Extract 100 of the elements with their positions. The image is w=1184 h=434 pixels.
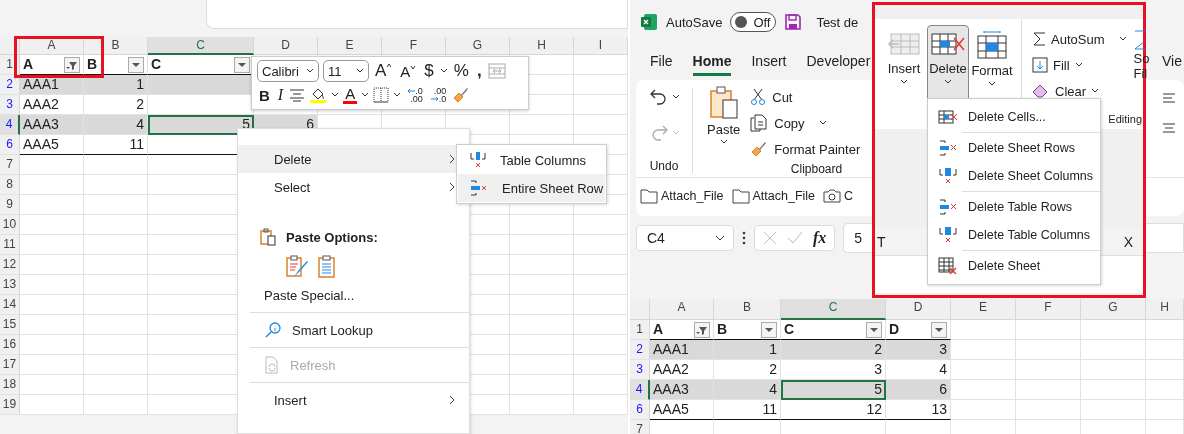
menu-item[interactable]: Delete Sheet Rows [928, 134, 1100, 162]
column-header[interactable]: F [1016, 299, 1081, 320]
empty-cell[interactable] [1146, 380, 1184, 400]
empty-cell[interactable] [84, 275, 148, 295]
menu-item[interactable]: Delete Sheet Columns [928, 162, 1100, 190]
increase-decimal-button[interactable]: .00 .0 [428, 87, 449, 103]
toggle-switch[interactable]: Off [730, 12, 777, 32]
merge-cells-icon[interactable] [487, 63, 506, 79]
undo-icon[interactable] [648, 88, 669, 106]
column-header[interactable]: E [951, 299, 1016, 320]
font-color-button[interactable]: A [343, 86, 358, 104]
column-header[interactable]: C [148, 37, 254, 55]
empty-cell[interactable] [510, 315, 574, 335]
empty-cell[interactable] [574, 335, 628, 355]
row-number[interactable]: 16 [0, 335, 20, 355]
comma-button[interactable]: , [474, 61, 484, 81]
chevron-icon[interactable] [361, 92, 370, 98]
ribbon-tab[interactable]: Developer [806, 49, 871, 75]
empty-cell[interactable] [1081, 340, 1146, 360]
empty-cell[interactable] [1016, 380, 1081, 400]
empty-cell[interactable] [84, 235, 148, 255]
empty-cell[interactable] [84, 395, 148, 415]
empty-cell[interactable] [1081, 380, 1146, 400]
empty-cell[interactable] [1016, 340, 1081, 360]
row-number[interactable]: 18 [0, 375, 20, 395]
menu-item[interactable]: Smart Lookup [238, 316, 469, 344]
empty-cell[interactable] [510, 215, 574, 235]
row-number[interactable]: 11 [0, 235, 20, 255]
row-number[interactable]: 10 [0, 215, 20, 235]
column-header[interactable]: G [1081, 299, 1146, 320]
toolbar-button[interactable]: C [823, 188, 854, 204]
column-header[interactable]: H [510, 37, 574, 55]
filter-applied-icon[interactable] [64, 56, 80, 73]
bold-button[interactable]: B [257, 86, 272, 104]
paintbrush-icon[interactable] [452, 86, 471, 104]
row-number[interactable]: 7 [0, 155, 20, 175]
menu-item[interactable]: Delete Sheet [928, 252, 1100, 280]
row-number[interactable]: 15 [0, 315, 20, 335]
empty-cell[interactable] [84, 295, 148, 315]
column-header[interactable]: H [1146, 299, 1184, 320]
ribbon-tab[interactable]: Home [692, 48, 732, 76]
empty-cell[interactable] [1146, 340, 1184, 360]
row-number[interactable]: 19 [0, 395, 20, 415]
empty-cell[interactable] [510, 395, 574, 415]
empty-cell[interactable] [574, 295, 628, 315]
empty-cell[interactable] [510, 115, 574, 135]
empty-cell[interactable] [1146, 320, 1184, 340]
align-icon[interactable] [1162, 122, 1176, 134]
row-number[interactable]: 13 [0, 275, 20, 295]
empty-cell[interactable] [1016, 320, 1081, 340]
empty-cell[interactable] [574, 375, 628, 395]
empty-cell[interactable] [951, 320, 1016, 340]
empty-cell[interactable] [574, 95, 628, 115]
row-number[interactable]: 2 [0, 75, 20, 95]
name-box[interactable]: C4 [636, 225, 734, 251]
empty-cell[interactable] [84, 195, 148, 215]
close-text[interactable]: X [1123, 234, 1133, 250]
empty-cell[interactable] [574, 395, 628, 415]
empty-cell[interactable] [1081, 360, 1146, 380]
row-number[interactable]: 2 [630, 340, 650, 360]
empty-cell[interactable] [510, 235, 574, 255]
insert-function-button[interactable]: fx [813, 229, 827, 247]
empty-cell[interactable] [510, 335, 574, 355]
chevron-icon[interactable] [671, 94, 680, 100]
paste-formatting-icon[interactable] [285, 255, 309, 279]
empty-cell[interactable] [574, 255, 628, 275]
empty-cell[interactable] [510, 295, 574, 315]
empty-cell[interactable] [510, 275, 574, 295]
empty-cell[interactable] [84, 315, 148, 335]
row-number[interactable]: 4 [630, 380, 650, 400]
empty-cell[interactable] [84, 155, 148, 175]
menu-item[interactable]: Insert [238, 386, 469, 414]
empty-cell[interactable] [574, 75, 628, 95]
menu-item[interactable]: Delete Table Rows [928, 193, 1100, 221]
ribbon-tab[interactable]: File [650, 49, 673, 75]
empty-cell[interactable] [84, 175, 148, 195]
column-header[interactable]: E [318, 37, 382, 55]
column-header[interactable]: F [382, 37, 446, 55]
empty-cell[interactable] [1081, 320, 1146, 340]
column-header[interactable]: B [714, 299, 781, 320]
empty-cell[interactable] [1016, 360, 1081, 380]
paste-button[interactable]: Paste [707, 86, 741, 160]
chevron-icon[interactable] [393, 92, 402, 98]
empty-cell[interactable] [574, 115, 628, 135]
filter-applied-icon[interactable] [694, 321, 710, 338]
chevron-icon[interactable] [331, 92, 340, 98]
row-number[interactable]: 12 [0, 255, 20, 275]
empty-cell[interactable] [951, 360, 1016, 380]
menu-item[interactable]: Paste Special... [238, 281, 469, 309]
empty-cell[interactable] [510, 355, 574, 375]
format-painter-button[interactable]: Format Painter [750, 138, 861, 160]
grow-font-button[interactable]: A [373, 61, 395, 81]
empty-cell[interactable] [84, 355, 148, 375]
empty-cell[interactable] [510, 255, 574, 275]
copy-button[interactable]: Copy [750, 112, 861, 134]
empty-cell[interactable] [951, 400, 1016, 420]
row-number[interactable]: 3 [630, 360, 650, 380]
empty-cell[interactable] [84, 255, 148, 275]
row-number[interactable]: 1 [630, 320, 650, 340]
decrease-decimal-button[interactable]: .0 .00 [405, 87, 425, 103]
